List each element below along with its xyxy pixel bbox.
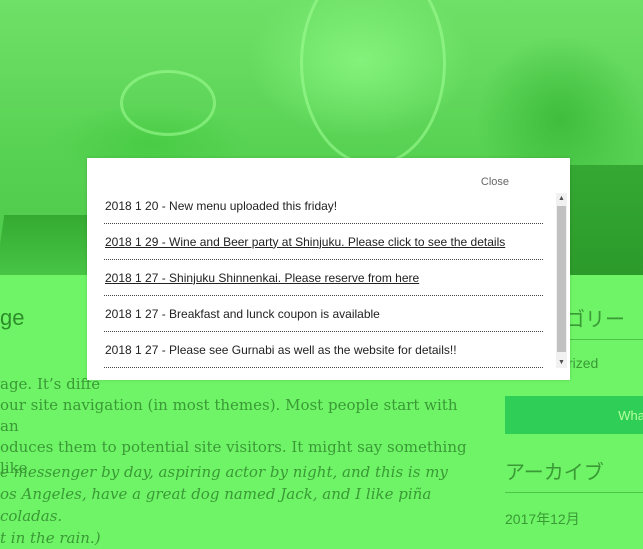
sidebar-category-link[interactable]: rized <box>568 355 598 371</box>
news-item-text: 2018 1 20 - New menu uploaded this frida… <box>105 198 338 213</box>
news-item: 2018 1 20 - New menu uploaded this frida… <box>104 188 543 224</box>
sidebar-button-label: Wha <box>618 407 643 423</box>
scrollbar-thumb[interactable] <box>557 206 566 352</box>
sidebar-archive-title: アーカイブ <box>505 462 604 484</box>
news-item-text[interactable]: 2018 1 29 - Wine and Beer party at Shinj… <box>105 235 505 249</box>
news-item: 2018 1 27 - Please see Gurnabi as well a… <box>104 332 543 368</box>
news-item-text: 2018 1 27 - Please see Gurnabi as well a… <box>105 342 457 357</box>
news-item-text: 2018 1 27 - Breakfast and lunck coupon i… <box>105 306 380 321</box>
scrollbar[interactable]: ▲ ▼ <box>556 193 567 368</box>
news-item-link[interactable]: 2018 1 27 - Shinjuku Shinnenkai. Please … <box>104 260 543 296</box>
post-quote-line: os Angeles, have a great dog named Jack,… <box>0 485 432 525</box>
glass-shape <box>120 70 216 136</box>
scroll-up-icon[interactable]: ▲ <box>556 193 567 204</box>
post-title: ge <box>0 305 25 330</box>
sidebar-category-title: ゴリー <box>565 309 625 331</box>
post-quote-line: e messenger by day, aspiring actor by ni… <box>0 463 448 481</box>
sidebar-button[interactable]: Wha <box>505 396 643 434</box>
glass-shape <box>300 0 446 166</box>
news-item-link[interactable]: 2018 1 29 - Wine and Beer party at Shinj… <box>104 224 543 260</box>
news-list: 2018 1 20 - New menu uploaded this frida… <box>104 188 543 370</box>
news-item-text[interactable]: 2018 1 27 - Shinjuku Shinnenkai. Please … <box>105 271 419 285</box>
post-body-line: our site navigation (in most themes). Mo… <box>0 396 458 435</box>
news-modal: Close 2018 1 20 - New menu uploaded this… <box>87 158 570 380</box>
news-item: 2018 1 27 - Breakfast and lunck coupon i… <box>104 296 543 332</box>
sidebar-divider <box>505 492 643 493</box>
post-quote-line: t in the rain.) <box>0 529 101 547</box>
post-quote: e messenger by day, aspiring actor by ni… <box>0 461 470 549</box>
close-button[interactable]: Close <box>481 176 509 188</box>
sidebar-archive-link[interactable]: 2017年12月 <box>505 509 580 529</box>
scroll-down-icon[interactable]: ▼ <box>556 357 567 368</box>
